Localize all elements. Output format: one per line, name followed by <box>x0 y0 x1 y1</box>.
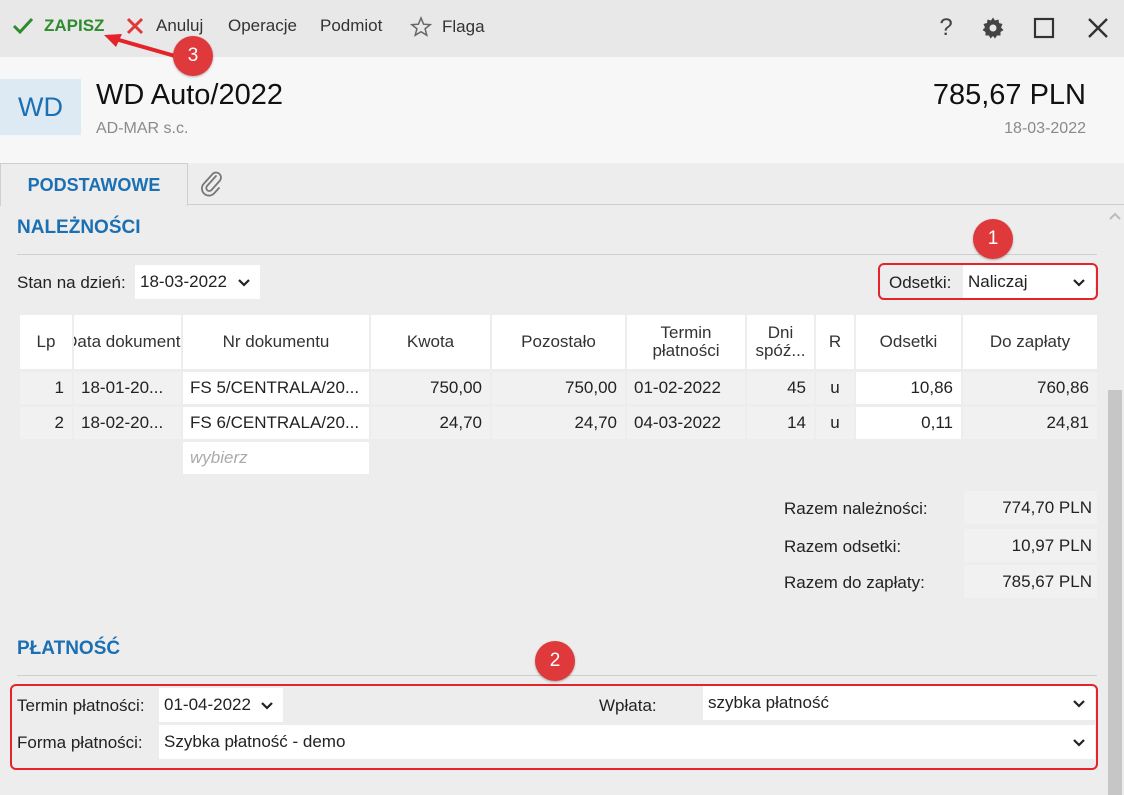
col-doc-number[interactable]: Nr dokumentu <box>183 315 369 369</box>
tab-basic[interactable]: PODSTAWOWE <box>0 163 188 206</box>
table-header: Lp Data dokumentu Nr dokumentu Kwota Poz… <box>20 315 1097 369</box>
total-to-pay-value: 785,67 PLN <box>964 565 1097 598</box>
cell-due-date: 01-02-2022 <box>627 372 745 404</box>
document-title: WD Auto/2022 <box>96 79 283 111</box>
tab-bar: PODSTAWOWE <box>0 163 1124 206</box>
close-icon[interactable] <box>1085 14 1111 42</box>
receivables-divider <box>17 254 1097 255</box>
new-row: wybierz <box>20 442 1097 474</box>
cell-amount: 750,00 <box>371 372 490 404</box>
cell-interest[interactable]: 10,86 <box>856 372 961 404</box>
annotation-frame-2 <box>10 684 1098 770</box>
cell-doc-number[interactable]: FS 6/CENTRALA/20... <box>183 407 369 439</box>
save-button[interactable]: ZAPISZ <box>12 16 104 36</box>
star-icon <box>410 16 432 37</box>
payment-title: PŁATNOŚĆ <box>17 638 121 659</box>
cell-interest[interactable]: 0,11 <box>856 407 961 439</box>
operations-label: Operacje <box>228 16 297 35</box>
state-date-value: 18-03-2022 <box>140 272 227 291</box>
check-icon <box>12 17 34 35</box>
document-contractor: AD-MAR s.c. <box>96 120 189 137</box>
document-date: 18-03-2022 <box>1004 120 1086 137</box>
vertical-scrollbar[interactable] <box>1108 390 1122 795</box>
col-amount[interactable]: Kwota <box>371 315 490 369</box>
help-icon[interactable]: ? <box>933 14 959 42</box>
help-label: ? <box>939 14 953 41</box>
annotation-marker-1: 1 <box>973 219 1013 259</box>
total-receivables-value: 774,70 PLN <box>964 491 1097 524</box>
total-to-pay-label: Razem do zapłaty: <box>784 573 925 592</box>
col-days-late[interactable]: Dni spóź... <box>747 315 814 369</box>
annotation-marker-2: 2 <box>535 641 575 681</box>
cell-amount: 24,70 <box>371 407 490 439</box>
document-amount: 785,67 PLN <box>932 79 1086 111</box>
subject-menu[interactable]: Podmiot <box>320 16 382 36</box>
document-type-badge: WD <box>0 79 81 135</box>
paperclip-icon[interactable] <box>198 169 226 197</box>
document-header: WD WD Auto/2022 AD-MAR s.c. 785,67 PLN 1… <box>0 57 1124 163</box>
subject-label: Podmiot <box>320 16 383 35</box>
cell-doc-date: 18-02-20... <box>74 407 181 439</box>
cell-days-late: 14 <box>747 407 814 439</box>
cell-r: u <box>816 372 854 404</box>
cell-days-late: 45 <box>747 372 814 404</box>
scroll-up-icon[interactable] <box>1107 208 1123 224</box>
col-interest[interactable]: Odsetki <box>856 315 961 369</box>
cell-due-date: 04-03-2022 <box>627 407 745 439</box>
total-interest-label: Razem odsetki: <box>784 537 902 556</box>
cell-to-pay: 24,81 <box>963 407 1097 439</box>
flag-button[interactable]: Flaga <box>410 16 485 38</box>
col-r[interactable]: R <box>816 315 854 369</box>
state-date-picker[interactable]: 18-03-2022 <box>135 265 260 299</box>
operations-menu[interactable]: Operacje <box>228 16 297 36</box>
state-date-label: Stan na dzień: <box>17 273 126 292</box>
col-doc-date[interactable]: Data dokumentu <box>74 315 181 369</box>
receivables-title: NALEŻNOŚCI <box>17 217 141 238</box>
chevron-down-icon <box>238 279 250 287</box>
cell-to-pay: 760,86 <box>963 372 1097 404</box>
cell-r: u <box>816 407 854 439</box>
col-due-date[interactable]: Termin płatności <box>627 315 745 369</box>
table-row[interactable]: 2 18-02-20... FS 6/CENTRALA/20... 24,70 … <box>20 407 1097 439</box>
flag-label: Flaga <box>442 17 485 36</box>
annotation-marker-3: 3 <box>173 36 213 76</box>
col-lp[interactable]: Lp <box>20 315 72 369</box>
gear-icon[interactable] <box>980 14 1006 42</box>
choose-document-input[interactable]: wybierz <box>183 442 369 474</box>
total-interest-value: 10,97 PLN <box>964 529 1097 562</box>
cell-doc-number[interactable]: FS 5/CENTRALA/20... <box>183 372 369 404</box>
cell-doc-date: 18-01-20... <box>74 372 181 404</box>
col-to-pay[interactable]: Do zapłaty <box>963 315 1097 369</box>
col-remaining[interactable]: Pozostało <box>492 315 625 369</box>
total-receivables-label: Razem należności: <box>784 499 928 518</box>
table-row[interactable]: 1 18-01-20... FS 5/CENTRALA/20... 750,00… <box>20 372 1097 404</box>
save-label: ZAPISZ <box>44 16 105 35</box>
cell-lp: 2 <box>20 407 72 439</box>
annotation-frame-1 <box>878 263 1098 300</box>
cell-lp: 1 <box>20 372 72 404</box>
cell-remaining: 24,70 <box>492 407 625 439</box>
cell-remaining: 750,00 <box>492 372 625 404</box>
maximize-icon[interactable] <box>1031 14 1057 42</box>
